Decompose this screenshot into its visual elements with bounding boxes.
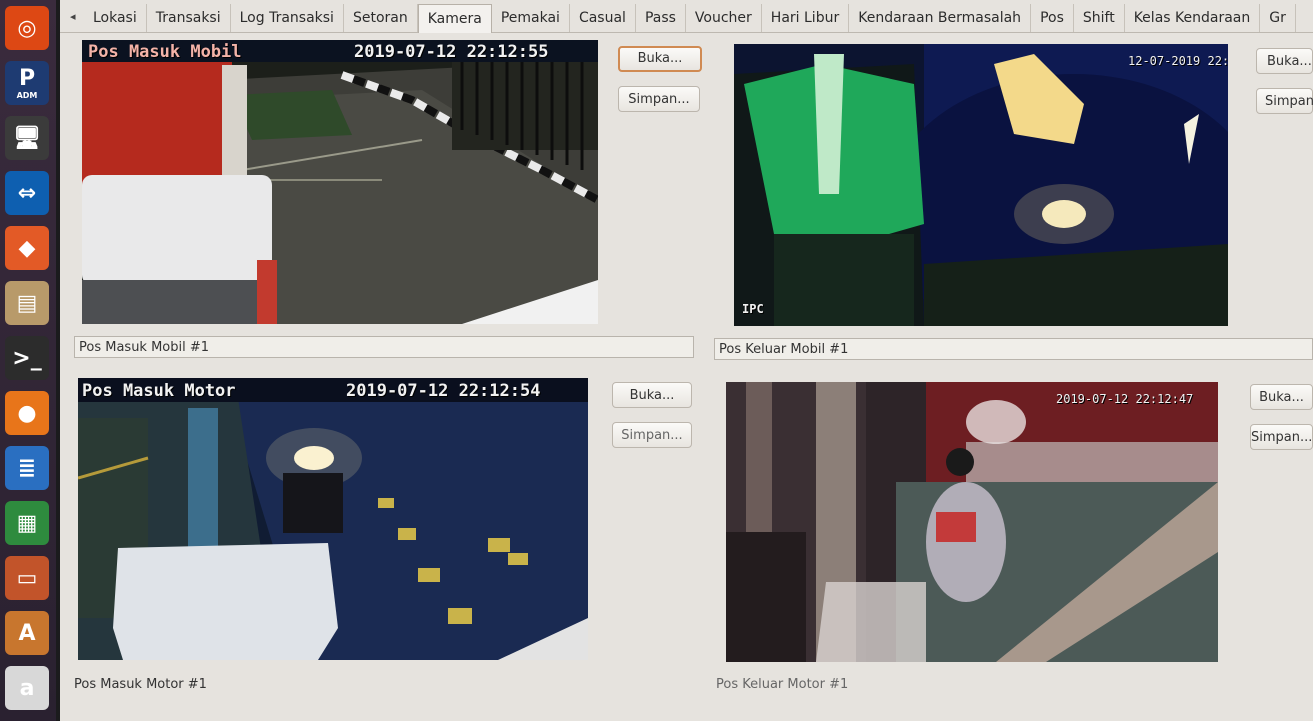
parking-client-glyph: 🖥	[13, 125, 41, 151]
parking-admin-icon[interactable]: P ADM	[5, 61, 49, 105]
tab-bar: ◂ Lokasi Transaksi Log Transaksi Setoran Kam…	[60, 4, 1313, 33]
launcher-sublabel: ADM	[16, 91, 38, 100]
tab-transaksi[interactable]: Transaksi	[147, 4, 231, 32]
save-button-exit-car[interactable]: Simpan...	[1256, 88, 1313, 114]
ubuntu-logo-glyph: ◎	[17, 15, 37, 41]
open-button-exit-motor[interactable]: Buka...	[1250, 384, 1313, 410]
firefox-icon[interactable]: ●	[5, 391, 49, 435]
osd-timestamp: 2019-07-12 22:12:55	[354, 42, 549, 62]
calc-icon[interactable]: ▦	[5, 501, 49, 545]
osd-timestamp: 2019-07-12 22:12:47	[1056, 392, 1194, 406]
impress-icon[interactable]: ▭	[5, 556, 49, 600]
amazon-icon[interactable]: a	[5, 666, 49, 710]
caption-exit-motor: Pos Keluar Motor #1	[716, 677, 849, 692]
camera-feed-exit-car: 12-07-2019 22:09:25 IPC	[734, 44, 1228, 326]
open-button-exit-car[interactable]: Buka...	[1256, 48, 1313, 74]
software-center-icon[interactable]: A	[5, 611, 49, 655]
open-button-entry-car[interactable]: Buka...	[618, 46, 702, 72]
camera-feed-entry-motor: Pos Masuk Motor 2019-07-12 22:12:54	[78, 378, 588, 660]
osd-timestamp: 2019-07-12 22:12:54	[346, 381, 541, 401]
tab-pass[interactable]: Pass	[636, 4, 686, 32]
camera-feed-entry-car: Pos Masuk Mobil 2019-07-12 22:12:55	[82, 40, 598, 324]
osd-title: Pos Masuk Motor	[82, 381, 236, 401]
tab-pos[interactable]: Pos	[1031, 4, 1074, 32]
camera-feed-exit-motor: 2019-07-12 22:12:47	[726, 382, 1218, 662]
app-window: ◂ Lokasi Transaksi Log Transaksi Setoran Kam…	[60, 0, 1313, 721]
writer-icon[interactable]: ≣	[5, 446, 49, 490]
caption-entry-car: Pos Masuk Mobil #1	[74, 336, 694, 358]
open-button-entry-motor[interactable]: Buka...	[612, 382, 692, 408]
save-button-exit-motor[interactable]: Simpan...	[1250, 424, 1313, 450]
save-button-entry-motor[interactable]: Simpan...	[612, 422, 692, 448]
parking-client-icon[interactable]: 🖥	[5, 116, 49, 160]
save-button-entry-car[interactable]: Simpan...	[618, 86, 700, 112]
anydesk-glyph: ◆	[18, 235, 36, 261]
tabs: Lokasi Transaksi Log Transaksi Setoran Kamer…	[84, 4, 1296, 33]
parking-admin-glyph: P	[18, 66, 36, 91]
tab-setoran[interactable]: Setoran	[344, 4, 418, 32]
terminal-icon[interactable]: >_	[5, 336, 49, 380]
tab-lokasi[interactable]: Lokasi	[84, 4, 147, 32]
files-glyph: ▤	[16, 290, 38, 316]
tab-voucher[interactable]: Voucher	[686, 4, 762, 32]
osd-brand: IPC	[742, 302, 764, 316]
caption-entry-motor: Pos Masuk Motor #1	[74, 677, 207, 692]
caption-exit-car: Pos Keluar Mobil #1	[714, 338, 1313, 360]
tab-hari-libur[interactable]: Hari Libur	[762, 4, 850, 32]
anydesk-icon[interactable]: ◆	[5, 226, 49, 270]
tab-casual[interactable]: Casual	[570, 4, 636, 32]
teamviewer-icon[interactable]: ⇔	[5, 171, 49, 215]
amazon-glyph: a	[19, 675, 35, 701]
tab-log-transaksi[interactable]: Log Transaksi	[231, 4, 344, 32]
calc-glyph: ▦	[16, 510, 38, 536]
tab-kamera[interactable]: Kamera	[417, 4, 492, 33]
ubuntu-logo-icon[interactable]: ◎	[5, 6, 49, 50]
software-center-glyph: A	[18, 620, 36, 646]
tab-gr[interactable]: Gr	[1260, 4, 1296, 32]
teamviewer-glyph: ⇔	[17, 180, 37, 206]
tab-kelas-kendaraan[interactable]: Kelas Kendaraan	[1125, 4, 1261, 32]
impress-glyph: ▭	[16, 565, 38, 591]
tab-pemakai[interactable]: Pemakai	[492, 4, 570, 32]
unity-launcher: ◎ P ADM 🖥 ⇔ ◆ ▤ >_ ● ≣ ▦ ▭ Aa	[0, 0, 56, 721]
osd-title: Pos Masuk Mobil	[88, 42, 242, 62]
tab-scroll-left-icon[interactable]: ◂	[70, 10, 76, 23]
tab-shift[interactable]: Shift	[1074, 4, 1125, 32]
files-icon[interactable]: ▤	[5, 281, 49, 325]
tab-kendaraan-bermasalah[interactable]: Kendaraan Bermasalah	[849, 4, 1032, 32]
writer-glyph: ≣	[17, 455, 37, 481]
osd-timestamp: 12-07-2019 22:09:25	[1128, 54, 1228, 68]
terminal-glyph: >_	[12, 345, 42, 371]
firefox-glyph: ●	[17, 400, 37, 426]
